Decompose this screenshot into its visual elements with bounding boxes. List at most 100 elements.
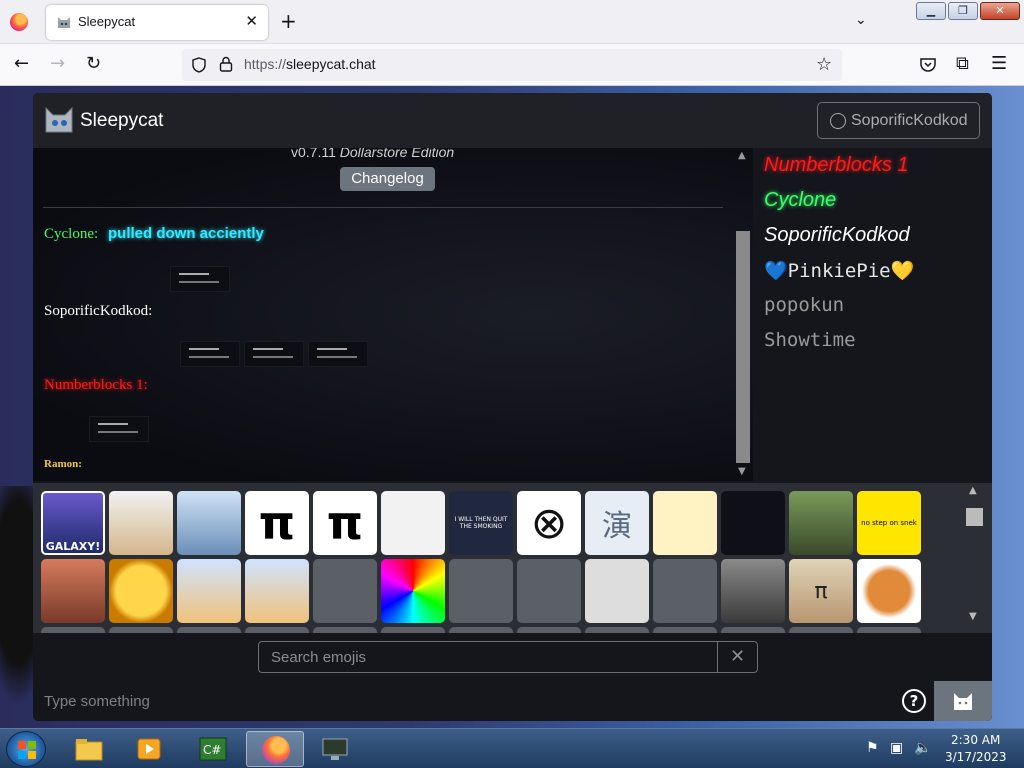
message-author: Cyclone: bbox=[44, 226, 99, 242]
help-icon[interactable]: ? bbox=[902, 689, 926, 713]
smoking-emoji[interactable]: I WILL THEN QUIT THE SMOKING bbox=[449, 491, 513, 555]
compose-bar: ? bbox=[33, 681, 992, 721]
file-explorer-taskbar-button[interactable] bbox=[60, 731, 118, 767]
user-item[interactable]: SoporificKodkod bbox=[764, 224, 910, 247]
user-item[interactable]: popokun bbox=[764, 294, 844, 316]
scroll-down-icon[interactable]: ▼ bbox=[969, 611, 977, 622]
minimize-button[interactable]: ▁ bbox=[916, 2, 946, 20]
emoji-tile[interactable] bbox=[245, 627, 309, 633]
screenshot-emoji[interactable] bbox=[381, 491, 445, 555]
scroll-up-icon[interactable]: ▲ bbox=[738, 150, 746, 161]
firefox-view-icon[interactable] bbox=[10, 13, 28, 31]
kanji-emoji[interactable]: 演 bbox=[585, 491, 649, 555]
emoji-tile[interactable] bbox=[789, 627, 853, 633]
user-item[interactable]: 💙PinkiePie💛 bbox=[764, 259, 914, 282]
message-image[interactable] bbox=[244, 341, 304, 367]
url-bar[interactable]: https://sleepycat.chat ☆ bbox=[182, 49, 842, 81]
emoji-tile[interactable] bbox=[177, 627, 241, 633]
media-player-taskbar-button[interactable] bbox=[120, 731, 178, 767]
url-text[interactable]: https://sleepycat.chat bbox=[244, 56, 376, 72]
scream-emoji[interactable] bbox=[109, 559, 173, 623]
network-icon[interactable]: ▣ bbox=[890, 740, 903, 756]
user-item[interactable]: Cyclone bbox=[764, 189, 836, 212]
csharp-icon: C# bbox=[199, 737, 227, 761]
car-emoji[interactable] bbox=[653, 559, 717, 623]
rubble-emoji[interactable] bbox=[721, 559, 785, 623]
emoji-tile[interactable] bbox=[721, 627, 785, 633]
bookmark-star-icon[interactable]: ☆ bbox=[816, 54, 832, 75]
pi-pie-emoji[interactable]: π bbox=[789, 559, 853, 623]
onion-emoji[interactable] bbox=[857, 559, 921, 623]
tab-close-icon[interactable]: ✕ bbox=[245, 12, 258, 30]
clock-date[interactable]: 3/17/2023 bbox=[945, 750, 1007, 764]
pi-bold-emoji[interactable]: π bbox=[313, 491, 377, 555]
shark-girl-emoji[interactable] bbox=[177, 491, 241, 555]
emoji-tile[interactable] bbox=[857, 627, 921, 633]
message-image[interactable] bbox=[180, 341, 240, 367]
new-tab-button[interactable]: + bbox=[280, 9, 297, 33]
text-meme-emoji[interactable] bbox=[721, 491, 785, 555]
anime-a-emoji[interactable] bbox=[177, 559, 241, 623]
message-image[interactable] bbox=[170, 266, 230, 292]
start-button[interactable] bbox=[6, 731, 46, 767]
emoji-tile[interactable] bbox=[653, 627, 717, 633]
send-button[interactable] bbox=[934, 681, 992, 721]
extensions-icon[interactable]: ⧉ bbox=[956, 54, 969, 74]
anime-b-emoji[interactable] bbox=[245, 559, 309, 623]
volume-icon[interactable]: 🔈 bbox=[914, 740, 931, 756]
emoji-search-input[interactable] bbox=[259, 642, 717, 672]
x-circle-emoji[interactable]: ⊗ bbox=[517, 491, 581, 555]
forward-arrow-icon[interactable]: → bbox=[50, 54, 65, 74]
menu-icon[interactable]: ☰ bbox=[991, 54, 1007, 74]
emoji-tile[interactable] bbox=[41, 627, 105, 633]
emoji-tile[interactable] bbox=[313, 627, 377, 633]
emoji-tile[interactable] bbox=[381, 627, 445, 633]
reload-icon[interactable]: ↻ bbox=[86, 54, 101, 74]
user-account-button[interactable]: SoporificKodkod bbox=[817, 102, 980, 139]
lock-icon[interactable] bbox=[219, 56, 233, 72]
url-host: sleepycat.chat bbox=[286, 56, 376, 72]
galaxy-emoji[interactable]: GALAXY! bbox=[41, 491, 105, 555]
no-step-on-snek-emoji[interactable]: no step on snek bbox=[857, 491, 921, 555]
back-arrow-icon[interactable]: ← bbox=[14, 54, 29, 74]
csharp-ide-taskbar-button[interactable]: C# bbox=[184, 731, 242, 767]
music-emoji[interactable] bbox=[585, 559, 649, 623]
spiral-emoji[interactable] bbox=[381, 559, 445, 623]
face-emoji[interactable] bbox=[41, 559, 105, 623]
toast-emoji[interactable] bbox=[517, 559, 581, 623]
firefox-taskbar-button[interactable] bbox=[246, 731, 304, 767]
user-item[interactable]: Numberblocks 1 bbox=[764, 154, 909, 177]
salt-emoji[interactable] bbox=[313, 559, 377, 623]
emoji-tile[interactable] bbox=[109, 627, 173, 633]
chat-scrollbar[interactable]: ▲ ▼ bbox=[733, 148, 755, 481]
scroll-down-icon[interactable]: ▼ bbox=[738, 466, 746, 477]
emoji-tile[interactable] bbox=[517, 627, 581, 633]
scroll-thumb[interactable] bbox=[736, 231, 750, 463]
clear-search-icon[interactable]: ✕ bbox=[717, 642, 757, 672]
scroll-thumb[interactable] bbox=[966, 508, 983, 526]
tab-sleepycat[interactable]: Sleepycat ✕ bbox=[46, 5, 268, 40]
emoji-scrollbar[interactable]: ▲ ▼ bbox=[965, 483, 985, 633]
message-image[interactable] bbox=[308, 341, 368, 367]
user-item[interactable]: Showtime bbox=[764, 329, 856, 351]
list-all-tabs-icon[interactable]: ⌄ bbox=[855, 12, 867, 28]
emoji-tile[interactable] bbox=[449, 627, 513, 633]
kid-emoji[interactable] bbox=[789, 491, 853, 555]
scroll-up-icon[interactable]: ▲ bbox=[969, 485, 977, 496]
crackers-emoji[interactable] bbox=[653, 491, 717, 555]
action-center-flag-icon[interactable]: ⚑ bbox=[866, 740, 879, 756]
shield-icon[interactable] bbox=[191, 57, 207, 73]
clock-time[interactable]: 2:30 AM bbox=[951, 733, 1000, 747]
windows-taskbar: C# ⚑ ▣ 🔈 2:30 AM 3/17/2023 bbox=[0, 728, 1024, 768]
message-input[interactable] bbox=[33, 681, 893, 721]
pi-emoji[interactable]: π bbox=[245, 491, 309, 555]
remote-desktop-taskbar-button[interactable] bbox=[306, 731, 364, 767]
message-image[interactable] bbox=[89, 416, 149, 442]
close-window-button[interactable]: ✕ bbox=[980, 2, 1020, 20]
pocket-icon[interactable] bbox=[919, 57, 937, 73]
maximize-button[interactable]: ❐ bbox=[948, 2, 978, 20]
cat-emoji[interactable] bbox=[109, 491, 173, 555]
changelog-button[interactable]: Changelog bbox=[340, 167, 435, 191]
emoji-tile[interactable] bbox=[585, 627, 649, 633]
nyan-cat-emoji[interactable] bbox=[449, 559, 513, 623]
